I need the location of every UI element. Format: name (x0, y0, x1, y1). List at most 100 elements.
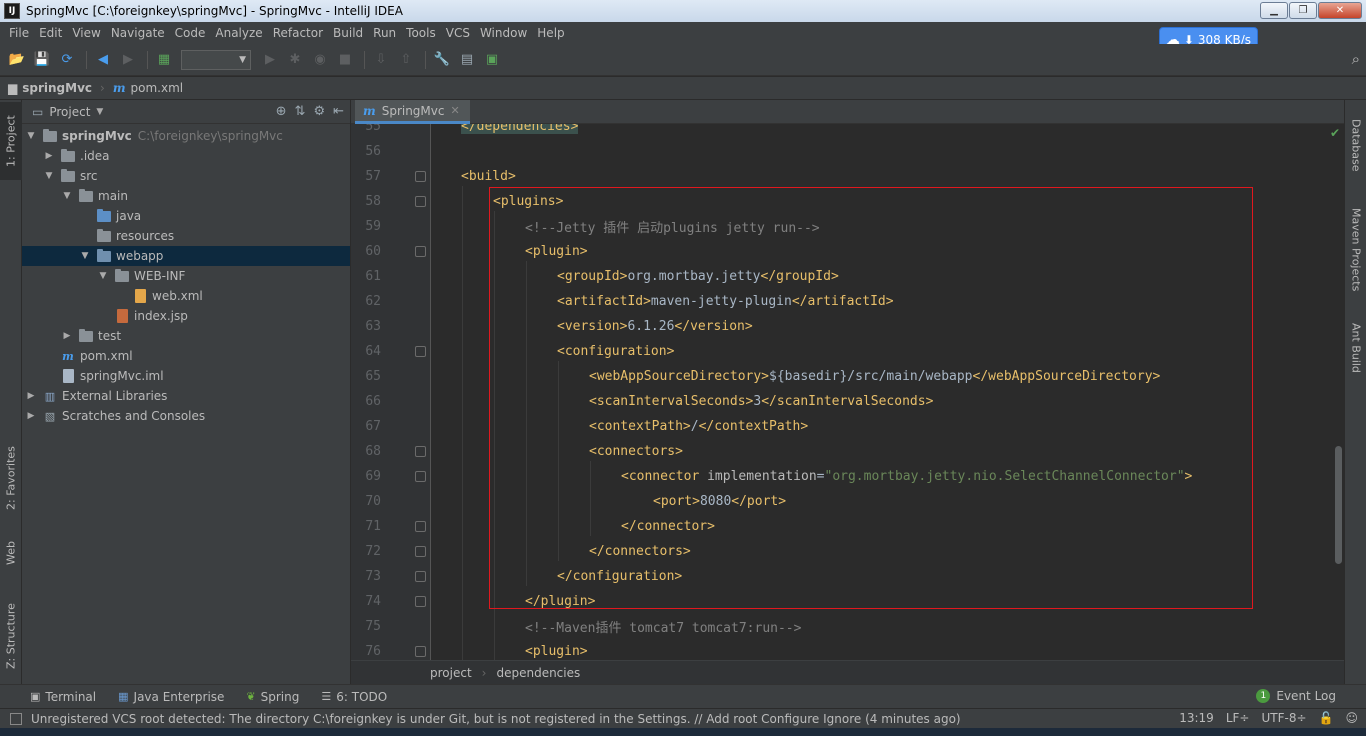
menu-help[interactable]: Help (532, 26, 569, 40)
menu-build[interactable]: Build (328, 26, 368, 40)
back-arrow-icon[interactable]: ◀ (92, 49, 114, 71)
fold-marker[interactable] (415, 196, 426, 207)
tree-item-springmvc[interactable]: ▼ springMvc C:\foreignkey\springMvc (22, 126, 350, 146)
settings-wrench-icon[interactable]: 🔧 (431, 49, 453, 71)
tool-terminal[interactable]: ▣ Terminal (30, 690, 96, 704)
tree-item-webapp[interactable]: ▼ webapp (22, 246, 350, 266)
tree-item-web-xml[interactable]: web.xml (22, 286, 350, 306)
tree-item-src[interactable]: ▼ src (22, 166, 350, 186)
expand-arrow-icon[interactable]: ▶ (60, 331, 74, 341)
debug-icon[interactable]: ✱ (284, 49, 306, 71)
expand-arrow-icon[interactable]: ▶ (42, 151, 56, 161)
project-structure-icon[interactable]: ▤ (456, 49, 478, 71)
vcs-update-icon[interactable]: ⇩ (370, 49, 392, 71)
menu-tools[interactable]: Tools (401, 26, 441, 40)
fold-marker[interactable] (415, 521, 426, 532)
menu-file[interactable]: File (4, 26, 34, 40)
tool-spring[interactable]: ❦ Spring (246, 690, 299, 704)
tab-favorites-tool[interactable]: 2: Favorites (0, 436, 22, 520)
sdk-manager-icon[interactable]: ▣ (481, 49, 503, 71)
expand-arrow-icon[interactable]: ▼ (42, 171, 56, 181)
tab-ant-tool[interactable]: Ant Build (1345, 316, 1366, 380)
caret-position[interactable]: 13:19 (1179, 711, 1214, 725)
tab-database-tool[interactable]: Database (1345, 110, 1366, 180)
tree-item-web-inf[interactable]: ▼ WEB-INF (22, 266, 350, 286)
close-tab-icon[interactable]: ✕ (450, 104, 459, 117)
fold-marker[interactable] (415, 246, 426, 257)
gear-icon[interactable]: ⚙ (313, 104, 325, 119)
menu-run[interactable]: Run (368, 26, 401, 40)
fold-marker[interactable] (415, 171, 426, 182)
maximize-button[interactable]: ❐ (1289, 2, 1317, 19)
lock-icon[interactable]: 🔓 (1319, 711, 1334, 725)
tab-maven-tool[interactable]: Maven Projects (1345, 200, 1366, 300)
editor-tab-springmvc[interactable]: m SpringMvc ✕ (355, 100, 470, 124)
run-configuration-select[interactable]: ▼ (181, 49, 251, 70)
tree-item-test[interactable]: ▶ test (22, 326, 350, 346)
tool-event-log[interactable]: 1 Event Log (1256, 689, 1336, 703)
build-project-icon[interactable]: ▦ (153, 49, 175, 71)
line-separator[interactable]: LF÷ (1226, 711, 1250, 725)
expand-arrow-icon[interactable]: ▼ (78, 251, 92, 261)
tool-todo[interactable]: ☰ 6: TODO (321, 690, 387, 704)
tree-item-external-libraries[interactable]: ▶ ▥ External Libraries (22, 386, 350, 406)
fold-marker[interactable] (415, 471, 426, 482)
tree-item-resources[interactable]: resources (22, 226, 350, 246)
menu-analyze[interactable]: Analyze (210, 26, 267, 40)
expand-arrow-icon[interactable]: ▶ (24, 411, 38, 421)
vcs-commit-icon[interactable]: ⇧ (395, 49, 417, 71)
run-icon[interactable]: ▶ (259, 49, 281, 71)
tree-item-idea[interactable]: ▶ .idea (22, 146, 350, 166)
tree-item-pom-xml[interactable]: m pom.xml (22, 346, 350, 366)
save-all-icon[interactable]: 💾 (31, 49, 53, 71)
tool-java-enterprise[interactable]: ▦ Java Enterprise (118, 690, 224, 704)
tool-windows-toggle-icon[interactable] (10, 712, 22, 725)
synchronize-icon[interactable]: ⟳ (56, 49, 78, 71)
code-editor[interactable]: ✔ 55 </dependencies> 56 57 <build> 58 <p… (351, 124, 1344, 660)
tree-item-index-jsp[interactable]: index.jsp (22, 306, 350, 326)
open-folder-icon[interactable]: 📂 (6, 49, 28, 71)
tree-item-springmvc-iml[interactable]: springMvc.iml (22, 366, 350, 386)
search-everywhere-icon[interactable]: ⌕ (1352, 50, 1360, 68)
expand-arrow-icon[interactable]: ▶ (24, 391, 38, 401)
fold-marker[interactable] (415, 596, 426, 607)
tab-web-tool[interactable]: Web (0, 530, 22, 576)
forward-arrow-icon[interactable]: ▶ (117, 49, 139, 71)
menu-vcs[interactable]: VCS (441, 26, 475, 40)
menu-edit[interactable]: Edit (34, 26, 67, 40)
status-message[interactable]: Unregistered VCS root detected: The dire… (31, 712, 961, 726)
file-encoding[interactable]: UTF-8÷ (1261, 711, 1306, 725)
collapse-all-icon[interactable]: ⇅ (295, 104, 306, 119)
breadcrumb-project[interactable]: project (430, 666, 472, 680)
tree-item-main[interactable]: ▼ main (22, 186, 350, 206)
nav-crumb-project[interactable]: ▆ springMvc (8, 81, 92, 95)
tree-item-scratches[interactable]: ▶ ▧ Scratches and Consoles (22, 406, 350, 426)
tab-project-tool[interactable]: 1: Project (0, 102, 22, 180)
fold-marker[interactable] (415, 571, 426, 582)
fold-marker[interactable] (415, 546, 426, 557)
hide-panel-icon[interactable]: ⇤ (333, 104, 344, 119)
expand-arrow-icon[interactable]: ▼ (60, 191, 74, 201)
minimize-button[interactable]: ▁ (1260, 2, 1288, 19)
project-panel-header[interactable]: ▭ Project ▼ ⊕ ⇅ ⚙ ⇤ (22, 100, 350, 124)
fold-marker[interactable] (415, 446, 426, 457)
close-button[interactable]: ✕ (1318, 2, 1362, 19)
expand-arrow-icon[interactable]: ▼ (96, 271, 110, 281)
chevron-down-icon[interactable]: ▼ (96, 107, 103, 117)
tab-structure-tool[interactable]: Z: Structure (0, 594, 22, 678)
inspector-icon[interactable]: ☺ (1345, 711, 1358, 725)
expand-arrow-icon[interactable]: ▼ (24, 131, 38, 141)
menu-view[interactable]: View (67, 26, 105, 40)
tree-item-java[interactable]: java (22, 206, 350, 226)
menu-refactor[interactable]: Refactor (268, 26, 328, 40)
menu-navigate[interactable]: Navigate (106, 26, 170, 40)
scroll-from-source-icon[interactable]: ⊕ (276, 104, 287, 119)
menu-code[interactable]: Code (170, 26, 211, 40)
fold-marker[interactable] (415, 346, 426, 357)
breadcrumb-dependencies[interactable]: dependencies (496, 666, 580, 680)
nav-crumb-file[interactable]: m pom.xml (113, 81, 183, 95)
fold-marker[interactable] (415, 646, 426, 657)
menu-window[interactable]: Window (475, 26, 532, 40)
stop-icon[interactable]: ■ (334, 49, 356, 71)
coverage-icon[interactable]: ◉ (309, 49, 331, 71)
